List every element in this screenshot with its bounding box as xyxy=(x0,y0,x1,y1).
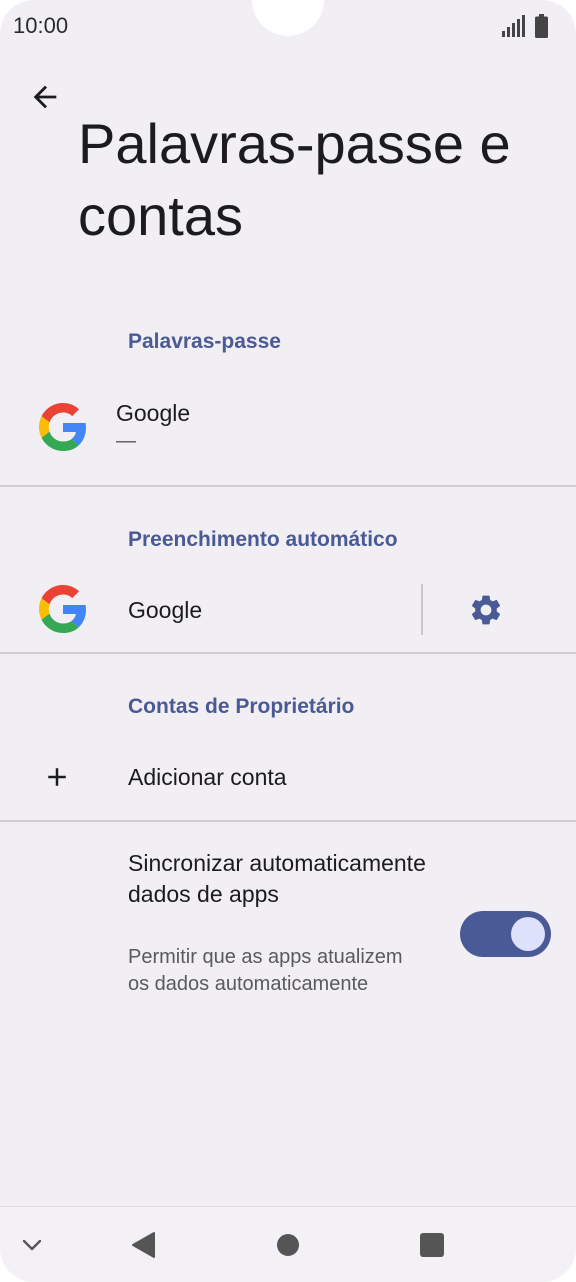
back-triangle-icon[interactable] xyxy=(130,1231,156,1259)
section-header-autofill: Preenchimento automático xyxy=(128,528,398,551)
system-navigation-bar xyxy=(0,1206,576,1282)
battery-icon xyxy=(535,14,548,38)
page-title: Palavras-passe e contas xyxy=(78,112,511,247)
status-icons xyxy=(501,14,548,38)
autofill-provider-name: Google xyxy=(128,597,203,623)
add-account-label: Adicionar conta xyxy=(128,764,287,790)
toggle-knob xyxy=(511,917,545,951)
auto-sync-title: Sincronizar automaticamente dados de app… xyxy=(128,850,426,907)
plus-icon xyxy=(48,768,66,786)
google-logo-icon xyxy=(39,585,86,633)
password-provider-name: Google xyxy=(116,400,191,426)
camera-notch xyxy=(252,0,324,36)
signal-icon xyxy=(502,15,525,37)
divider xyxy=(0,652,576,654)
section-header-passwords: Palavras-passe xyxy=(128,330,281,353)
auto-sync-subtitle: Permitir que as apps atualizem os dados … xyxy=(128,946,403,995)
section-header-accounts: Contas de Proprietário xyxy=(128,695,355,718)
divider xyxy=(0,820,576,822)
password-provider-sub: — xyxy=(116,430,136,452)
divider xyxy=(0,485,576,487)
vertical-separator xyxy=(421,584,423,635)
status-time: 10:00 xyxy=(13,13,69,38)
settings-screen: 10:00 Palavras-passe e contas Palavras-p… xyxy=(0,0,576,1282)
chevron-down-icon[interactable] xyxy=(20,1233,44,1257)
recents-square-icon[interactable] xyxy=(419,1232,445,1258)
gear-icon[interactable] xyxy=(468,592,504,628)
back-arrow-icon[interactable] xyxy=(28,80,62,114)
home-circle-icon[interactable] xyxy=(276,1233,300,1257)
auto-sync-toggle[interactable] xyxy=(460,911,551,957)
google-logo-icon xyxy=(39,403,86,451)
